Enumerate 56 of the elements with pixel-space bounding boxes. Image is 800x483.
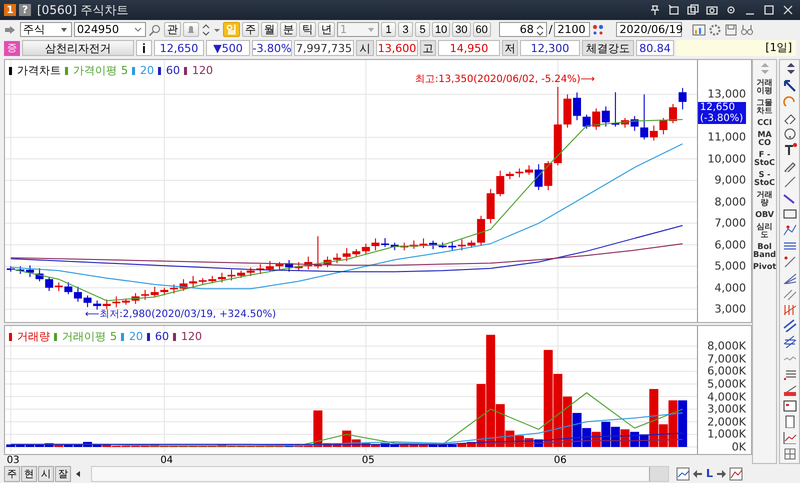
legend-label: 20 bbox=[129, 330, 143, 343]
separator-text: / bbox=[548, 23, 552, 36]
price-value: 12,650 bbox=[154, 40, 204, 56]
legend-label: 가격이평 bbox=[73, 63, 117, 78]
legend-label: 5 bbox=[110, 330, 117, 343]
period-label: [1일] bbox=[676, 40, 796, 56]
axis-label: 5,000 bbox=[714, 260, 746, 273]
axis-label: 13,000 bbox=[708, 88, 746, 101]
field-label: 시 bbox=[356, 40, 374, 56]
window-number-badge: 1 bbox=[4, 4, 16, 16]
axis-label: 4,000K bbox=[707, 390, 746, 404]
axis-label: 3,000 bbox=[714, 302, 746, 316]
window-title: [0560] 주식차트 bbox=[37, 2, 129, 18]
axis-label: 3,000K bbox=[707, 402, 746, 416]
axis-label: 04 bbox=[160, 455, 174, 466]
axis-label: 1,000K bbox=[707, 428, 746, 441]
rate-value: -3.80% bbox=[252, 40, 292, 56]
legend-label: 20 bbox=[140, 64, 154, 77]
axis-label: 4,000 bbox=[714, 281, 746, 294]
stock-badge: 증 bbox=[4, 40, 20, 56]
legend-label: 60 bbox=[155, 330, 169, 343]
legend-label: 5 bbox=[121, 64, 128, 77]
legend-label: 120 bbox=[181, 330, 202, 343]
axis-label: 5,000K bbox=[707, 377, 746, 390]
current-price-text: 12,650 bbox=[700, 102, 736, 113]
axis-label: 7,000 bbox=[714, 216, 746, 230]
axis-label: 06 bbox=[554, 455, 567, 466]
axis-label: 11,000 bbox=[708, 130, 746, 144]
field-value: 14,950 bbox=[438, 40, 500, 56]
field-label: 저 bbox=[502, 40, 518, 56]
axis-label: 8,000 bbox=[714, 195, 746, 208]
volume-value: 7,997,735 bbox=[294, 40, 354, 56]
field-value: 12,300 bbox=[520, 40, 580, 56]
legend-label: 60 bbox=[166, 64, 180, 77]
axis-label: 03 bbox=[6, 455, 20, 466]
field-label: 체결강도 bbox=[582, 40, 634, 56]
axis-label: 6,000 bbox=[714, 238, 746, 252]
low-price-note: ⟵최저:2,980(2020/03/19, +324.50%) bbox=[85, 308, 276, 321]
legend-label: 거래량 bbox=[17, 329, 50, 344]
field-value: 80.84 bbox=[636, 40, 674, 56]
axis-label: 8,000K bbox=[707, 340, 746, 353]
legend-label: 120 bbox=[192, 64, 213, 77]
axis-label: 7,000K bbox=[707, 352, 746, 366]
change-value: ▼500 bbox=[206, 40, 250, 56]
high-price-note: 최고:13,350(2020/06/02, -5.24%)⟶ bbox=[415, 73, 595, 86]
field-value: 13,600 bbox=[376, 40, 418, 56]
legend-label: 거래이평 bbox=[62, 329, 106, 344]
axis-label: 10,000 bbox=[708, 152, 746, 166]
axis-label: 6,000K bbox=[707, 364, 746, 378]
axis-label: 05 bbox=[362, 455, 375, 466]
current-rate-text: (-3.80%) bbox=[700, 113, 744, 124]
axis-label: 2,000K bbox=[707, 415, 746, 428]
axis-label: 0K bbox=[732, 440, 746, 454]
legend-label: 가격차트 bbox=[17, 63, 61, 78]
axis-label: 9,000 bbox=[714, 174, 746, 187]
field-label: 고 bbox=[420, 40, 436, 56]
